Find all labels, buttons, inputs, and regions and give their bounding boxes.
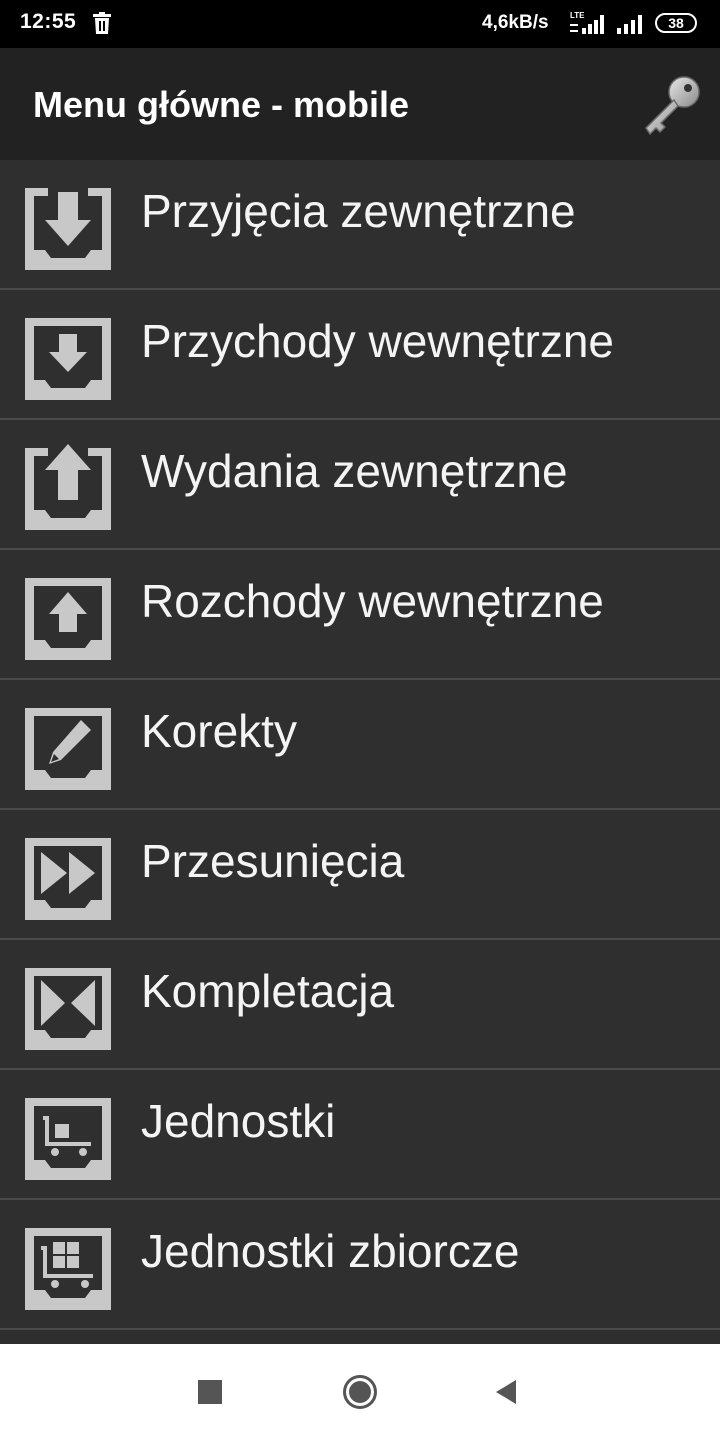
trash-icon bbox=[92, 12, 112, 39]
lte-signal-icon: LTE bbox=[568, 10, 608, 41]
inbox-down-icon bbox=[25, 318, 111, 400]
menu-item-label: Przyjęcia zewnętrzne bbox=[141, 185, 576, 237]
menu-item-przesuniecia[interactable]: Przesunięcia bbox=[0, 810, 720, 940]
inbox-down-icon bbox=[25, 188, 111, 270]
menu-item-kompletacja[interactable]: Kompletacja bbox=[0, 940, 720, 1070]
page-title: Menu główne - mobile bbox=[33, 84, 409, 125]
back-button[interactable] bbox=[494, 1380, 518, 1404]
status-time: 12:55 bbox=[20, 10, 77, 33]
menu-item-label: Kompletacja bbox=[141, 965, 395, 1017]
inbox-up-icon bbox=[25, 578, 111, 660]
key-icon bbox=[645, 76, 700, 136]
inbox-pencil-icon bbox=[25, 708, 111, 790]
menu-item-label: Wydania zewnętrzne bbox=[141, 445, 568, 497]
inbox-up-icon bbox=[25, 444, 111, 530]
back-triangle-icon bbox=[496, 1380, 516, 1404]
menu-item-label: Rozchody wewnętrzne bbox=[141, 575, 604, 627]
menu-item-wydania-zewnetrzne[interactable]: Wydania zewnętrzne bbox=[0, 420, 720, 550]
app-bar: Menu główne - mobile bbox=[0, 48, 720, 160]
menu-item-przyjecia-zewnetrzne[interactable]: Przyjęcia zewnętrzne bbox=[0, 160, 720, 290]
main-menu-list: Przyjęcia zewnętrzne Przychody wewnętrzn… bbox=[0, 160, 720, 1330]
inbox-cart-grid-icon bbox=[25, 1228, 111, 1310]
inbox-fast-forward-icon bbox=[25, 838, 111, 920]
menu-item-label: Przesunięcia bbox=[141, 835, 405, 887]
inbox-bowtie-icon bbox=[25, 968, 111, 1050]
recent-apps-button[interactable] bbox=[198, 1380, 222, 1404]
status-bar: 12:55 4,6kB/s LTE 38 bbox=[0, 0, 720, 48]
inbox-cart-icon bbox=[25, 1098, 111, 1180]
menu-item-label: Jednostki zbiorcze bbox=[141, 1225, 520, 1277]
signal-icon bbox=[616, 14, 644, 39]
circle-icon bbox=[343, 1375, 377, 1409]
menu-item-label: Przychody wewnętrzne bbox=[141, 315, 614, 367]
menu-item-jednostki-zbiorcze[interactable]: Jednostki zbiorcze bbox=[0, 1200, 720, 1330]
home-button[interactable] bbox=[342, 1374, 378, 1410]
menu-item-label: Jednostki bbox=[141, 1095, 336, 1147]
menu-item-jednostki[interactable]: Jednostki bbox=[0, 1070, 720, 1200]
menu-item-rozchody-wewnetrzne[interactable]: Rozchody wewnętrzne bbox=[0, 550, 720, 680]
lte-label: LTE bbox=[570, 11, 585, 20]
system-navigation-bar bbox=[0, 1344, 720, 1440]
battery-icon: 38 bbox=[655, 13, 697, 33]
network-speed: 4,6kB/s bbox=[482, 12, 549, 33]
login-key-button[interactable] bbox=[640, 74, 704, 138]
menu-item-przychody-wewnetrzne[interactable]: Przychody wewnętrzne bbox=[0, 290, 720, 420]
menu-item-label: Korekty bbox=[141, 705, 297, 757]
square-icon bbox=[198, 1380, 222, 1404]
menu-item-korekty[interactable]: Korekty bbox=[0, 680, 720, 810]
